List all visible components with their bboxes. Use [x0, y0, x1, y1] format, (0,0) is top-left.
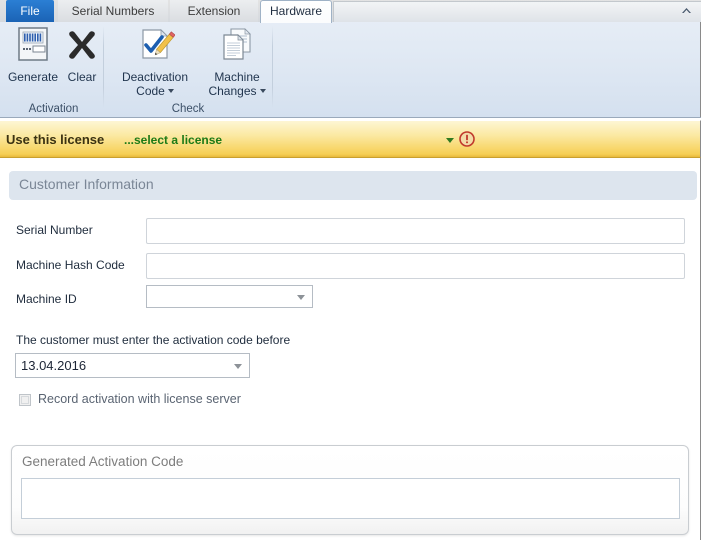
document-check-pencil-icon — [111, 26, 199, 67]
tab-serial-numbers[interactable]: Serial Numbers — [58, 0, 168, 22]
machine-changes-label-line1: Machine — [214, 70, 260, 84]
generate-button[interactable]: Generate — [4, 26, 62, 84]
serial-number-label: Serial Number — [16, 223, 93, 237]
machine-id-label: Machine ID — [16, 292, 77, 306]
machine-hash-code-label: Machine Hash Code — [16, 258, 125, 272]
machine-id-combobox[interactable] — [146, 285, 313, 308]
x-cross-icon — [62, 26, 102, 67]
machine-hash-code-input[interactable] — [146, 253, 685, 279]
window-right-gutter — [701, 0, 709, 540]
record-activation-label: Record activation with license server — [38, 392, 241, 406]
tab-extension[interactable]: Extension — [170, 0, 258, 22]
select-license-link[interactable]: ...select a license — [124, 133, 222, 147]
machine-changes-label-line2-row: Changes — [201, 84, 273, 98]
tab-file[interactable]: File — [6, 0, 54, 22]
chevron-down-icon — [234, 364, 242, 369]
checkbox-box — [19, 394, 31, 406]
chevron-up-icon[interactable] — [678, 3, 695, 19]
deactivation-code-label-line1: Deactivation — [121, 70, 189, 84]
machine-changes-label-line2: Changes — [208, 84, 257, 98]
ribbon-tabstrip: File Serial Numbers Extension Hardware — [0, 0, 701, 23]
form-area: Customer Information Serial Number Machi… — [0, 158, 701, 540]
license-bar-title: Use this license — [6, 132, 105, 147]
deactivation-code-label-line2-row: Code — [111, 84, 199, 98]
ribbon-group-separator — [103, 26, 104, 108]
ribbon-body: Generate Clear Deactivation Code Machine… — [0, 22, 701, 118]
generated-activation-code-title: Generated Activation Code — [22, 454, 184, 469]
checkbox-inner — [21, 396, 29, 404]
clear-button[interactable]: Clear — [62, 26, 102, 84]
generated-activation-code-input[interactable] — [21, 478, 680, 519]
ribbon-group-label-activation: Activation — [28, 103, 79, 115]
activation-deadline-date: 13.04.2016 — [21, 358, 87, 373]
license-bar: Use this license ...select a license — [0, 120, 701, 158]
chevron-down-icon[interactable] — [446, 138, 454, 143]
tab-hardware[interactable]: Hardware — [260, 0, 332, 23]
machine-changes-button[interactable]: Machine Changes — [201, 26, 273, 98]
license-key-icon — [4, 26, 62, 67]
tabstrip-filler — [333, 1, 701, 22]
serial-number-input[interactable] — [146, 218, 685, 244]
chevron-down-icon[interactable] — [167, 89, 174, 94]
activation-deadline-datepicker[interactable]: 13.04.2016 — [15, 353, 250, 378]
application-window: File Serial Numbers Extension Hardware G… — [0, 0, 709, 540]
generate-button-label: Generate — [7, 70, 59, 84]
deactivation-code-button[interactable]: Deactivation Code — [111, 26, 199, 98]
ribbon-group-label-check: Check — [171, 103, 205, 115]
error-exclamation-icon[interactable] — [459, 131, 475, 147]
customer-information-header: Customer Information — [9, 171, 697, 200]
ribbon: File Serial Numbers Extension Hardware G… — [0, 0, 701, 118]
generated-activation-code-group: Generated Activation Code — [11, 445, 689, 535]
deactivation-code-label-line2: Code — [136, 84, 165, 98]
clear-button-label: Clear — [67, 70, 97, 84]
ribbon-bottom-divider — [0, 117, 701, 118]
chevron-down-icon — [297, 295, 305, 300]
documents-stack-icon — [201, 26, 273, 67]
record-activation-checkbox[interactable]: Record activation with license server — [19, 392, 279, 410]
chevron-down-icon[interactable] — [259, 89, 266, 94]
activation-deadline-hint: The customer must enter the activation c… — [16, 333, 291, 347]
customer-information-title: Customer Information — [19, 176, 154, 192]
